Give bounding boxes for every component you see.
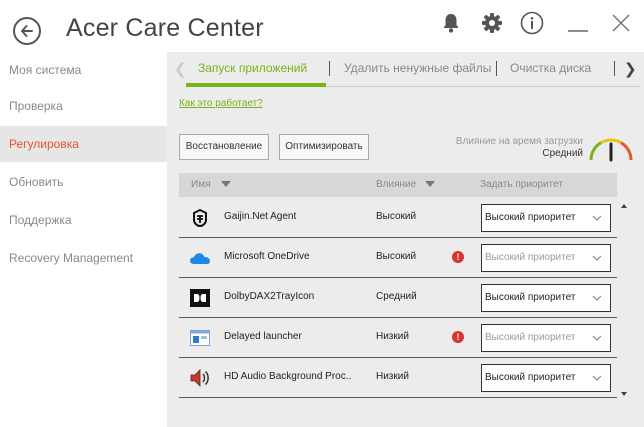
table-row: DolbyDAX2TrayIcon Средний Высокий приори…: [179, 278, 617, 318]
priority-select[interactable]: Высокий приоритет: [481, 244, 611, 272]
chevron-down-icon: [592, 255, 602, 261]
tab-scroll-right-button[interactable]: ❯: [624, 60, 637, 78]
tab-bar: ❮ Запуск приложений Удалить ненужные фай…: [167, 52, 644, 87]
column-header-impact[interactable]: Влияние: [376, 179, 416, 190]
sort-down-icon[interactable]: [425, 181, 435, 187]
speaker-icon: [189, 368, 211, 388]
tab-remove-junk-files[interactable]: Удалить ненужные файлы: [344, 61, 491, 75]
tab-startup-apps[interactable]: Запуск приложений: [198, 61, 307, 75]
app-name: Microsoft OneDrive: [224, 251, 310, 262]
app-impact: Низкий: [376, 331, 409, 342]
close-icon: [612, 14, 630, 32]
tab-scroll-left-button[interactable]: ❮: [174, 60, 187, 78]
minimize-button[interactable]: [565, 10, 591, 36]
dolby-icon: [189, 288, 211, 308]
chevron-down-icon: [592, 295, 602, 301]
scroll-down-icon[interactable]: [621, 392, 627, 396]
boot-impact-label: Влияние на время загрузки: [455, 136, 583, 147]
priority-select-value: Высокий приоритет: [485, 292, 576, 303]
priority-select[interactable]: Высокий приоритет: [481, 204, 611, 232]
boot-impact-value: Средний: [542, 148, 583, 159]
table-row: Gaijin.Net Agent Высокий Высокий приорит…: [179, 198, 617, 238]
table-scrollbar[interactable]: [620, 198, 630, 403]
app-name: HD Audio Background Proc..: [224, 371, 352, 382]
scroll-up-icon[interactable]: [621, 204, 627, 208]
app-name: Gaijin.Net Agent: [224, 211, 297, 222]
priority-select[interactable]: Высокий приоритет: [481, 324, 611, 352]
app-impact: Низкий: [376, 371, 409, 382]
bell-icon: [443, 14, 459, 33]
optimize-button[interactable]: Оптимизировать: [279, 134, 369, 160]
main-panel: ❮ Запуск приложений Удалить ненужные фай…: [167, 52, 644, 427]
chevron-down-icon: [592, 215, 602, 221]
active-tab-indicator: [186, 83, 326, 87]
column-header-priority: Задать приоритет: [480, 179, 563, 190]
priority-select[interactable]: Высокий приоритет: [481, 284, 611, 312]
gaijin-icon: [189, 208, 211, 228]
info-icon: [520, 11, 544, 35]
priority-select-value: Высокий приоритет: [485, 212, 576, 223]
notifications-button[interactable]: [438, 10, 464, 36]
app-impact: Высокий: [376, 211, 417, 222]
app-name: DolbyDAX2TrayIcon: [224, 291, 315, 302]
chevron-down-icon: [592, 335, 602, 341]
sidebar-item-recovery-management[interactable]: Recovery Management: [0, 240, 167, 276]
priority-select-value: Высокий приоритет: [485, 252, 576, 263]
table-row: Delayed launcher Низкий ! Высокий приори…: [179, 318, 617, 358]
boot-impact-gauge-icon: [589, 138, 633, 162]
warning-icon[interactable]: !: [452, 251, 464, 263]
close-button[interactable]: [608, 10, 634, 36]
priority-select-value: Высокий приоритет: [485, 332, 576, 343]
gear-icon: [482, 13, 502, 33]
tab-separator: [614, 61, 615, 76]
how-it-works-link[interactable]: Как это работает?: [179, 98, 263, 109]
sort-down-icon[interactable]: [221, 181, 231, 187]
onedrive-icon: [189, 248, 211, 268]
table-row: Microsoft OneDrive Высокий ! Высокий при…: [179, 238, 617, 278]
tab-disk-cleanup[interactable]: Очистка диска: [510, 61, 591, 75]
sidebar-item-support[interactable]: Поддержка: [0, 202, 167, 238]
sidebar-item-tuning[interactable]: Регулировка: [0, 126, 167, 162]
restore-button[interactable]: Восстановление: [179, 134, 269, 160]
priority-select[interactable]: Высокий приоритет: [481, 364, 611, 392]
app-name: Delayed launcher: [224, 331, 302, 342]
back-arrow-icon: [21, 25, 33, 37]
priority-select-value: Высокий приоритет: [485, 372, 576, 383]
table-row: HD Audio Background Proc.. Низкий Высоки…: [179, 358, 617, 398]
info-button[interactable]: [519, 10, 545, 36]
app-title: Acer Care Center: [66, 14, 264, 42]
tab-separator: [496, 61, 497, 76]
delayed-launcher-icon: [189, 328, 211, 348]
chevron-down-icon: [592, 375, 602, 381]
sidebar-item-check[interactable]: Проверка: [0, 88, 167, 124]
title-bar: Acer Care Center: [0, 0, 644, 52]
apps-table-header: Имя Влияние Задать приоритет: [179, 173, 617, 197]
app-impact: Средний: [376, 291, 417, 302]
sidebar: Моя система Проверка Регулировка Обновит…: [0, 52, 167, 427]
sidebar-item-update[interactable]: Обновить: [0, 164, 167, 200]
app-impact: Высокий: [376, 251, 417, 262]
column-header-name[interactable]: Имя: [191, 179, 210, 190]
minimize-icon: [568, 30, 588, 32]
settings-button[interactable]: [479, 10, 505, 36]
warning-icon[interactable]: !: [452, 331, 464, 343]
sidebar-item-my-system[interactable]: Моя система: [0, 52, 167, 88]
back-button[interactable]: [13, 17, 41, 45]
tab-separator: [329, 61, 330, 76]
